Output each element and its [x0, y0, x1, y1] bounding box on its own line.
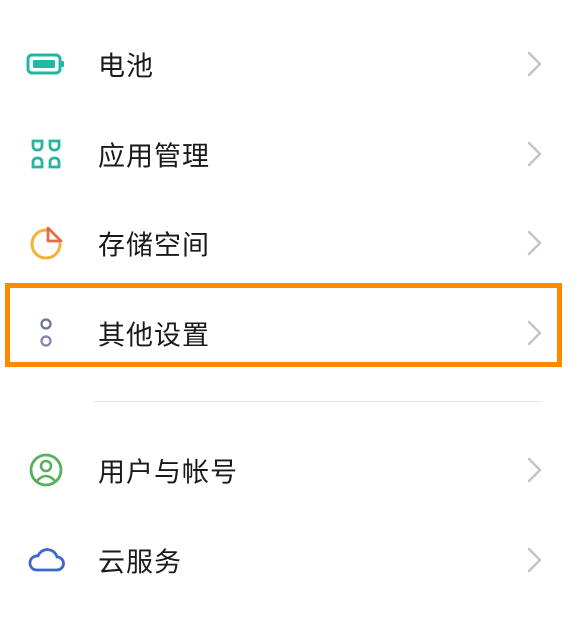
settings-item-storage[interactable]: 存储空间	[0, 199, 580, 287]
cloud-icon	[24, 538, 68, 582]
battery-icon	[24, 42, 68, 86]
chevron-right-icon	[524, 455, 544, 485]
settings-item-label: 存储空间	[98, 230, 210, 262]
app-management-icon	[24, 132, 68, 176]
settings-item-app-management[interactable]: 应用管理	[0, 110, 580, 198]
chevron-right-icon	[524, 545, 544, 575]
user-account-icon	[24, 448, 68, 492]
settings-item-label: 电池	[98, 51, 154, 83]
chevron-right-icon	[524, 228, 544, 258]
chevron-right-icon	[524, 139, 544, 169]
settings-item-label: 云服务	[98, 547, 182, 579]
settings-screen: 电池 应用管理 存储空间 其他设置 用户与帐号 云服务	[0, 0, 580, 625]
settings-item-label: 应用管理	[98, 141, 210, 173]
settings-item-other-settings[interactable]: 其他设置	[0, 289, 580, 377]
settings-item-battery[interactable]: 电池	[0, 20, 580, 108]
section-divider	[94, 401, 542, 402]
storage-icon	[24, 221, 68, 265]
settings-item-user-account[interactable]: 用户与帐号	[0, 426, 580, 514]
settings-item-label: 其他设置	[98, 320, 210, 352]
other-settings-icon	[24, 311, 68, 355]
chevron-right-icon	[524, 318, 544, 348]
settings-item-cloud[interactable]: 云服务	[0, 516, 580, 604]
chevron-right-icon	[524, 49, 544, 79]
settings-item-label: 用户与帐号	[98, 457, 238, 489]
